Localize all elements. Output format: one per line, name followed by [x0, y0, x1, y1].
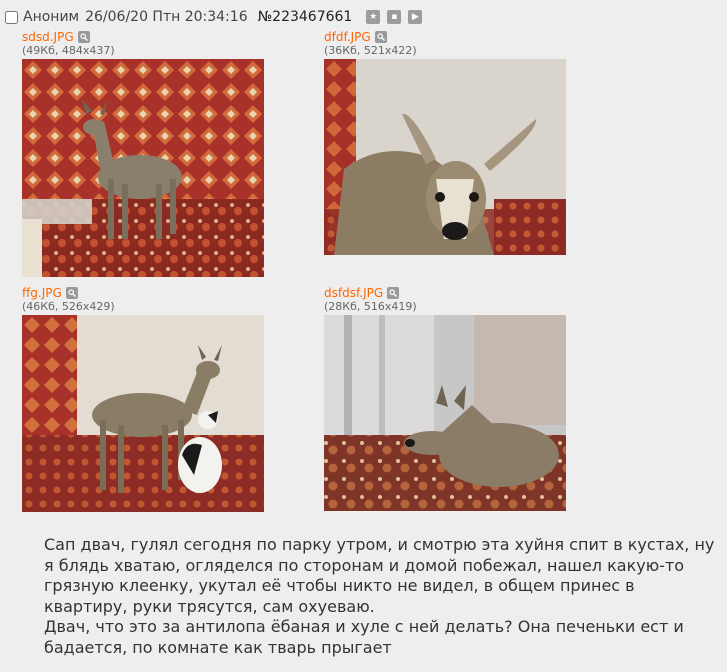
file-meta-3: (46Кб, 526x429): [22, 300, 115, 313]
play-icon[interactable]: ▶: [408, 10, 423, 24]
file-block-3: ffg.JPG (46Кб, 526x429): [22, 286, 264, 512]
post-header: Аноним 26/06/20 Птн 20:34:16 №223467661 …: [5, 7, 429, 27]
search-icon[interactable]: [387, 287, 400, 299]
post-select-checkbox[interactable]: [5, 10, 18, 24]
search-icon[interactable]: [374, 31, 387, 43]
thumbnail-2[interactable]: [324, 59, 566, 255]
star-icon[interactable]: ★: [366, 10, 381, 24]
thumbnail-1[interactable]: [22, 59, 264, 277]
thumbnail-4[interactable]: [324, 315, 566, 511]
file-block-4: dsfdsf.JPG (28Кб, 516x419): [324, 286, 566, 511]
file-link-1[interactable]: sdsd.JPG: [22, 30, 74, 44]
hide-icon[interactable]: ▪: [387, 10, 402, 24]
file-block-2: dfdf.JPG (36Кб, 521x422): [324, 30, 566, 255]
file-meta-1: (49Кб, 484x437): [22, 44, 115, 57]
post-date: 26/06/20 Птн 20:34:16: [85, 9, 248, 25]
file-block-1: sdsd.JPG (49Кб, 484x437): [22, 30, 264, 277]
file-meta-2: (36Кб, 521x422): [324, 44, 417, 57]
post-number[interactable]: №223467661: [258, 9, 353, 25]
search-icon[interactable]: [77, 31, 90, 43]
post-author: Аноним: [23, 9, 80, 25]
search-icon[interactable]: [65, 287, 78, 299]
file-link-2[interactable]: dfdf.JPG: [324, 30, 371, 44]
file-meta-4: (28Кб, 516x419): [324, 300, 417, 313]
file-link-3[interactable]: ffg.JPG: [22, 286, 62, 300]
post-paragraph-2: Двач, что это за антилопа ёбаная и хуле …: [44, 617, 684, 657]
post-paragraph-1: Сап двач, гулял сегодня по парку утром, …: [44, 535, 715, 616]
thumbnail-3[interactable]: [22, 315, 264, 512]
file-link-4[interactable]: dsfdsf.JPG: [324, 286, 383, 300]
post-message: Сап двач, гулял сегодня по парку утром, …: [44, 535, 719, 658]
